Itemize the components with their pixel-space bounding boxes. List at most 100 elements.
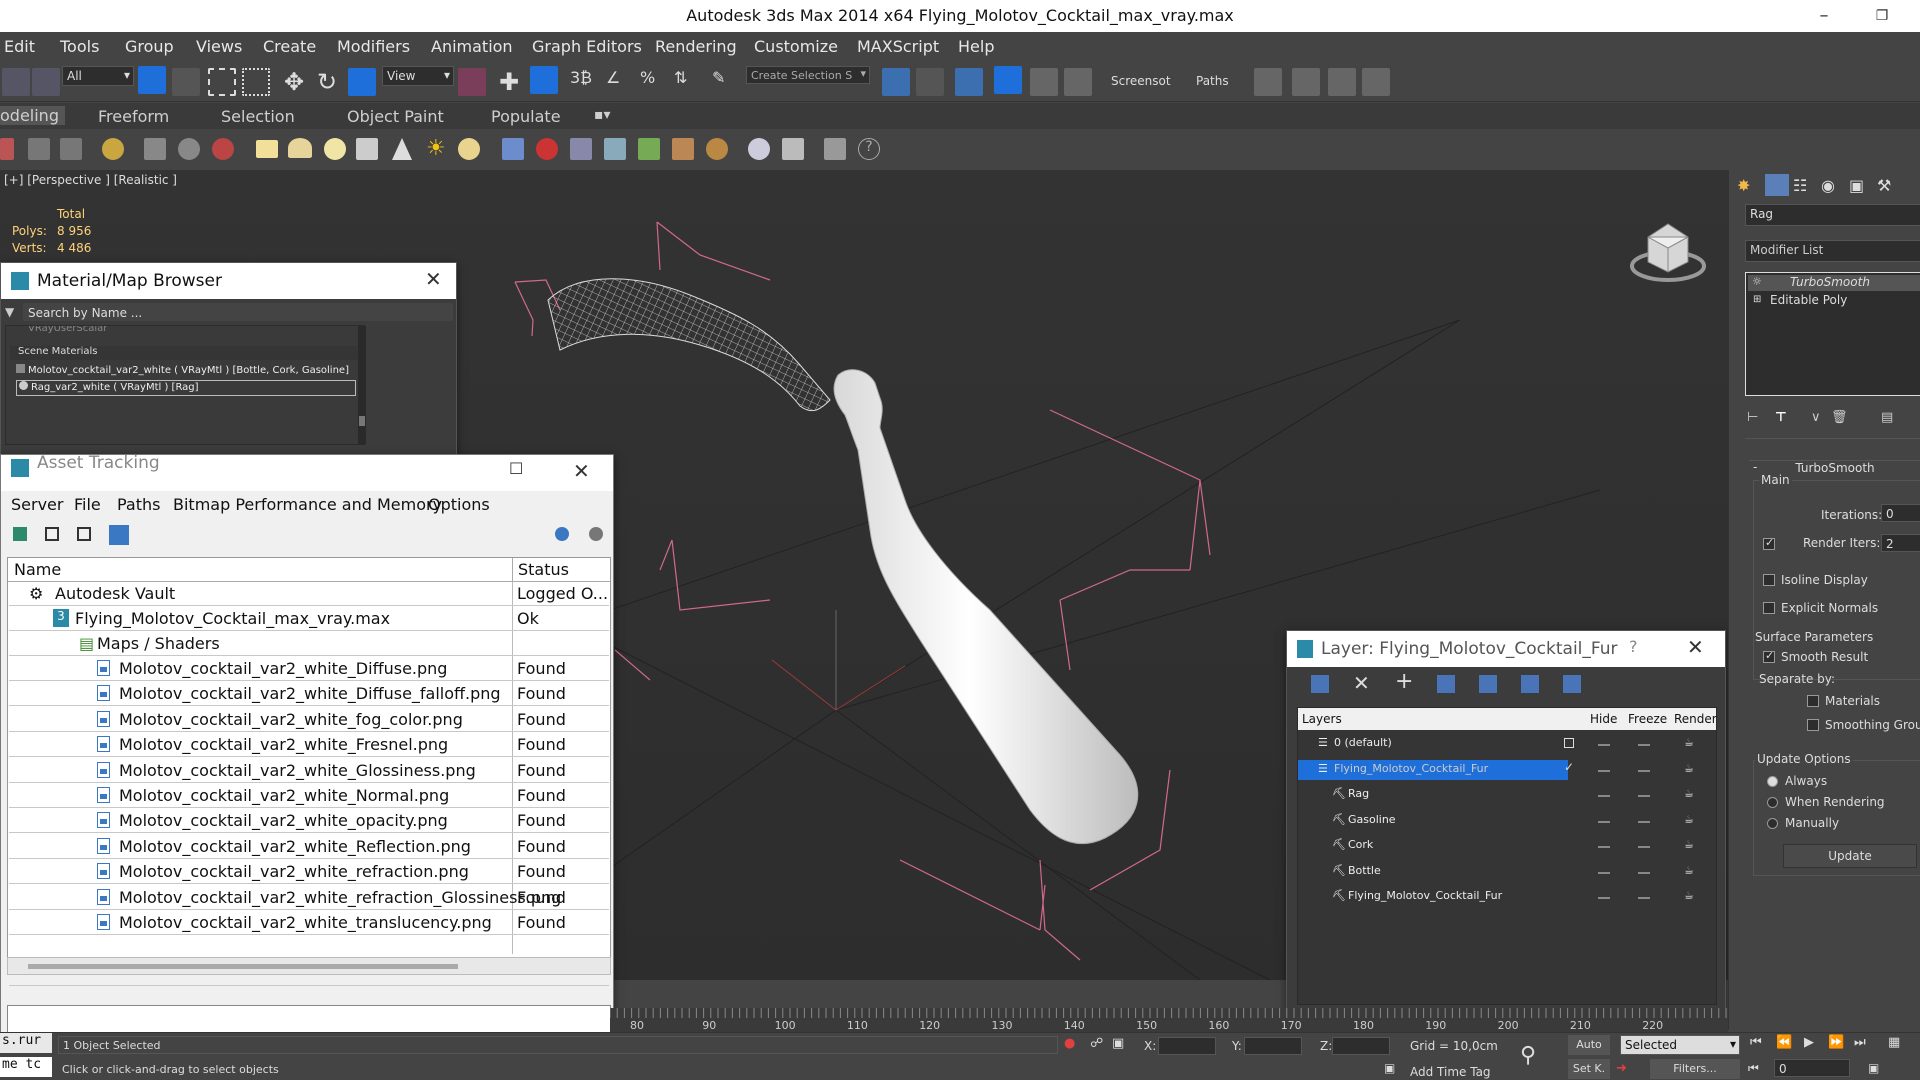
next-frame-icon[interactable]: ⏩ — [1828, 1035, 1844, 1050]
smooth-result-checkbox[interactable]: ✓ — [1763, 649, 1775, 663]
tab-selection[interactable]: Selection — [221, 107, 295, 126]
select-manipulate-icon[interactable]: ✚ — [495, 68, 523, 96]
table-row[interactable]: Molotov_cocktail_var2_white_opacity.png F… — [9, 808, 609, 834]
hide-toggle[interactable] — [1598, 897, 1610, 899]
add-to-layer-icon[interactable]: + — [1395, 669, 1413, 694]
material-sphere-icon[interactable] — [748, 138, 770, 160]
menu-group[interactable]: Group — [125, 37, 174, 56]
bones-icon[interactable] — [144, 138, 166, 160]
grid-icon[interactable] — [60, 138, 82, 160]
lightbulb-icon[interactable]: ☼ — [1752, 275, 1762, 288]
scrollbar-thumb[interactable] — [359, 416, 365, 426]
column-name-header[interactable]: Name — [14, 560, 61, 579]
table-row[interactable]: Molotov_cocktail_var2_white_refraction.p… — [9, 859, 609, 885]
menu-graph-editors[interactable]: Graph Editors — [532, 37, 642, 56]
menu-rendering[interactable]: Rendering — [655, 37, 737, 56]
material-search-input[interactable]: Search by Name ... — [23, 303, 453, 321]
checker-icon[interactable] — [782, 138, 804, 160]
cone-light-icon[interactable] — [392, 138, 412, 160]
plane-icon[interactable] — [256, 140, 278, 158]
play-icon[interactable]: ▶ — [1804, 1035, 1814, 1050]
collapse-icon[interactable]: - — [1753, 460, 1757, 474]
key-filters-button[interactable]: Filters... — [1650, 1059, 1740, 1079]
time-tag-icon[interactable]: ▣ — [1384, 1061, 1395, 1075]
manually-radio[interactable] — [1767, 818, 1778, 829]
time-config-icon[interactable]: ▦ — [1888, 1035, 1900, 1050]
table-row[interactable]: Molotov_cocktail_var2_white_Diffuse_fall… — [9, 681, 609, 707]
table-row[interactable]: Molotov_cocktail_var2_white_Normal.png Fo… — [9, 783, 609, 808]
close-icon[interactable]: ✕ — [573, 459, 590, 483]
unlink-icon[interactable] — [32, 68, 60, 96]
table-row[interactable]: 3 Flying_Molotov_Cocktail_max_vray.max Ok — [9, 606, 609, 631]
render-iters-checkbox[interactable]: ✓ — [1763, 536, 1775, 550]
table-row[interactable]: Molotov_cocktail_var2_white_Glossiness.p… — [9, 758, 609, 783]
help-button[interactable]: ? — [1629, 637, 1638, 656]
auto-key-button[interactable]: Auto — [1568, 1035, 1610, 1055]
hide-toggle[interactable] — [1598, 795, 1610, 797]
asset-path-input[interactable] — [7, 1005, 611, 1033]
sun-icon[interactable]: ☀ — [426, 138, 448, 160]
freeze-toggle[interactable] — [1638, 871, 1650, 874]
help-icon[interactable] — [555, 527, 569, 541]
hide-toggle[interactable] — [1598, 820, 1610, 823]
highlight-layer-icon[interactable] — [1479, 675, 1497, 693]
angle-snap-icon[interactable]: ∠ — [606, 68, 634, 96]
modifier-stack-item-turbosmooth[interactable]: ☼ TurboSmooth — [1748, 275, 1920, 291]
layer-row[interactable]: ☰ Flying_Molotov_Cocktail_Fur ✓ ☕ — [1298, 758, 1718, 783]
render-iters-spinner[interactable]: 2 — [1881, 534, 1920, 552]
menu-animation[interactable]: Animation — [431, 37, 513, 56]
menu-views[interactable]: Views — [196, 37, 242, 56]
remove-modifier-icon[interactable]: 🗑 — [1831, 410, 1848, 425]
menu-paths[interactable]: Paths — [117, 495, 160, 514]
sphere-fade-icon[interactable] — [604, 138, 626, 160]
table-row[interactable]: Molotov_cocktail_var2_white_Reflection.p… — [9, 834, 609, 859]
column-freeze-header[interactable]: Freeze — [1628, 712, 1667, 726]
absolute-mode-icon[interactable]: ▣ — [1112, 1036, 1124, 1051]
selection-filter-dropdown[interactable]: All ▾ — [62, 66, 134, 86]
iterations-spinner[interactable]: 0 — [1881, 504, 1920, 522]
create-layer-icon[interactable] — [1311, 675, 1329, 693]
maximize-icon[interactable]: ☐ — [509, 459, 523, 478]
render-production-icon[interactable] — [1362, 68, 1390, 96]
modifier-stack-item-editable-poly[interactable]: ⊞ Editable Poly — [1748, 293, 1920, 309]
expand-icon[interactable]: ⊞ — [1753, 294, 1761, 305]
explicit-normals-checkbox[interactable] — [1763, 602, 1775, 614]
y-coordinate-input[interactable] — [1244, 1037, 1302, 1055]
table-row[interactable]: Molotov_cocktail_var2_white_Diffuse.png F… — [9, 656, 609, 681]
graphite-toggle-icon[interactable] — [994, 66, 1022, 94]
refresh-icon[interactable] — [13, 527, 27, 541]
modifier-list-dropdown[interactable]: Modifier List — [1745, 240, 1920, 262]
key-mode-icon[interactable]: ⏮ — [1748, 1061, 1759, 1076]
menu-bitmap-performance[interactable]: Bitmap Performance and Memory — [173, 495, 442, 514]
dome-icon[interactable] — [288, 138, 312, 158]
hide-toggle[interactable] — [1598, 846, 1610, 848]
viewcube-icon[interactable] — [1630, 223, 1706, 282]
freeze-toggle[interactable] — [1638, 795, 1650, 797]
edit-named-selection-icon[interactable]: ✎ — [712, 68, 740, 96]
layer-row[interactable]: ⛏ Rag ☕ — [1298, 783, 1718, 808]
fur-icon[interactable] — [502, 138, 524, 160]
create-tab-icon[interactable]: ✸ — [1737, 176, 1757, 195]
curve-editor-icon[interactable] — [1030, 68, 1058, 96]
percent-snap-icon[interactable]: % — [640, 68, 668, 96]
column-layers-header[interactable]: Layers — [1302, 712, 1342, 726]
tab-modeling[interactable]: odeling — [0, 106, 65, 125]
make-unique-icon[interactable]: ∨ — [1811, 410, 1821, 425]
maximize-icon[interactable]: ❐ — [1862, 2, 1902, 30]
motion-tab-icon[interactable]: ◉ — [1821, 176, 1841, 195]
go-to-start-icon[interactable]: ⏮ — [1750, 1035, 1762, 1050]
render-teapot-icon[interactable]: ☕ — [1684, 889, 1694, 902]
search-toggle-icon[interactable]: ▼ — [5, 305, 14, 319]
menu-tools[interactable]: Tools — [60, 37, 99, 56]
tab-object-paint[interactable]: Object Paint — [347, 107, 444, 126]
layer-row[interactable]: ☰ 0 (default) ☕ — [1298, 732, 1718, 757]
column-divider[interactable] — [512, 558, 513, 582]
menu-server[interactable]: Server — [11, 495, 63, 514]
window-crossing-icon[interactable] — [242, 68, 270, 96]
scrollbar-thumb[interactable] — [28, 964, 458, 969]
x-coordinate-input[interactable] — [1158, 1037, 1216, 1055]
tab-populate[interactable]: Populate — [491, 107, 561, 126]
column-status-header[interactable]: Status — [518, 560, 569, 579]
lightbulb-icon[interactable] — [102, 138, 124, 160]
when-rendering-radio[interactable] — [1767, 797, 1778, 808]
